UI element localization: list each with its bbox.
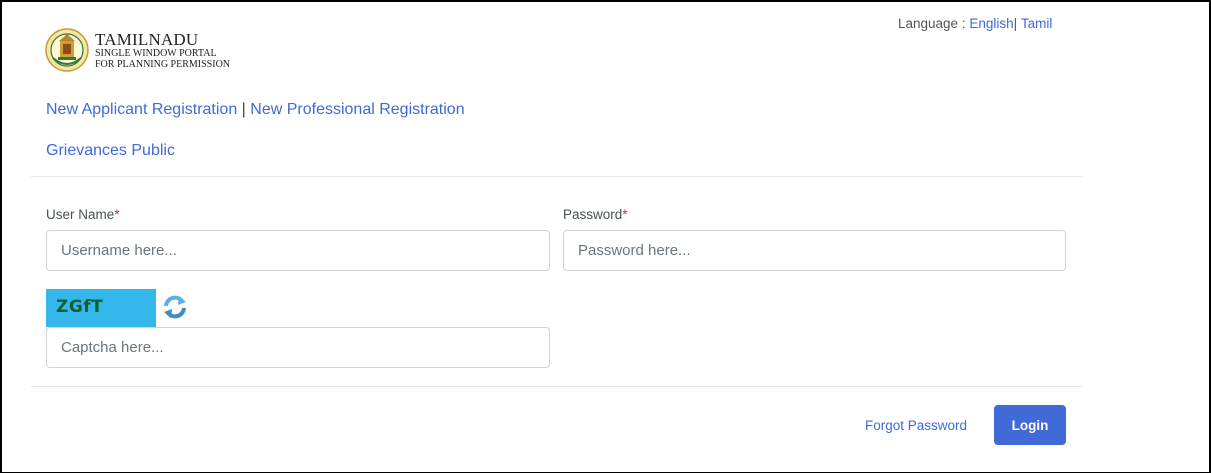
username-label: User Name* [46,207,120,222]
portal-logo: TAMILNADU SINGLE WINDOW PORTAL FOR PLANN… [45,28,230,72]
language-switcher: Language : English| Tamil [898,16,1052,31]
username-input[interactable] [46,230,550,271]
captcha-image-text: ZGfT [56,297,104,317]
login-button[interactable]: Login [994,405,1066,445]
password-label: Password* [563,207,628,222]
logo-subtitle-line2: FOR PLANNING PERMISSION [95,58,231,70]
grievances-public-link[interactable]: Grievances Public [46,142,175,159]
required-marker: * [622,207,628,222]
captcha-image: ZGfT [46,289,156,327]
password-input[interactable] [563,230,1066,271]
grievances-link-row: Grievances Public [46,142,175,160]
language-separator: | [1013,16,1018,31]
forgot-password-link[interactable]: Forgot Password [865,418,967,433]
language-english-link[interactable]: English [969,16,1013,31]
tamilnadu-emblem-icon [45,28,89,72]
registration-links: New Applicant Registration | New Profess… [46,101,465,119]
language-label: Language : [898,16,970,31]
registration-link-separator: | [237,101,251,118]
required-marker: * [114,207,120,222]
captcha-input[interactable] [46,327,550,368]
refresh-captcha-icon[interactable] [161,293,189,321]
logo-title: TAMILNADU [95,29,199,49]
header-divider [31,176,1083,177]
form-divider [31,386,1083,387]
logo-subtitle-line1: SINGLE WINDOW PORTAL [95,47,217,59]
language-tamil-link[interactable]: Tamil [1021,16,1053,31]
new-professional-registration-link[interactable]: New Professional Registration [250,101,464,118]
new-applicant-registration-link[interactable]: New Applicant Registration [46,101,237,118]
